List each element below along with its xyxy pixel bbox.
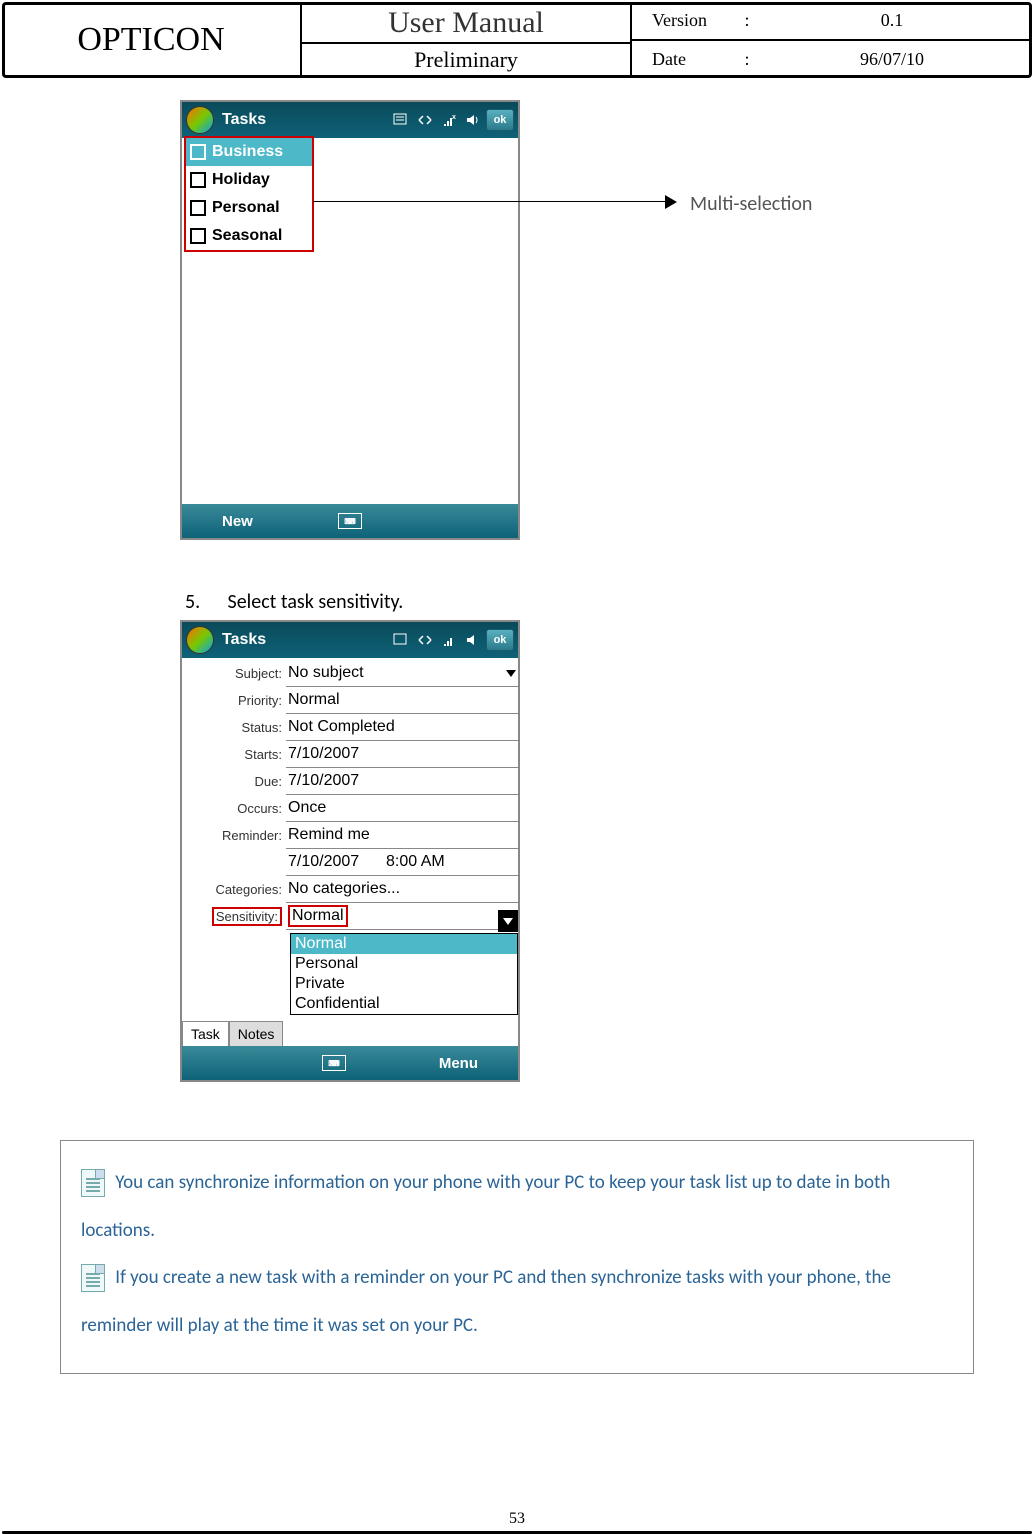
priority-field[interactable]: Normal xyxy=(286,687,518,714)
checkbox-icon[interactable] xyxy=(190,144,206,160)
sensitivity-option-confidential[interactable]: Confidential xyxy=(291,994,517,1014)
screenshot-task-form: Tasks ok Subject: No subject Priority: N… xyxy=(180,620,520,1082)
sensitivity-option-normal[interactable]: Normal xyxy=(291,934,517,954)
connectivity-icon[interactable] xyxy=(414,109,436,131)
checkbox-icon[interactable] xyxy=(190,228,206,244)
due-label: Due: xyxy=(182,774,286,789)
doc-title: User Manual xyxy=(302,2,630,44)
occurs-label: Occurs: xyxy=(182,801,286,816)
input-icon[interactable] xyxy=(390,109,412,131)
tab-task[interactable]: Task xyxy=(182,1021,229,1046)
starts-label: Starts: xyxy=(182,747,286,762)
titlebar: Tasks x ok xyxy=(182,102,518,138)
tab-notes[interactable]: Notes xyxy=(229,1021,284,1046)
volume-icon[interactable] xyxy=(462,109,484,131)
softkey-new[interactable]: New xyxy=(222,513,253,530)
doc-header: OPTICON User Manual Preliminary Version … xyxy=(2,2,1032,78)
callout-arrow xyxy=(313,201,671,202)
checkbox-icon[interactable] xyxy=(190,200,206,216)
category-item-personal[interactable]: Personal xyxy=(186,194,312,222)
subject-field[interactable]: No subject xyxy=(286,660,518,687)
status-label: Status: xyxy=(182,720,286,735)
arrow-head-icon xyxy=(665,195,677,209)
titlebar: Tasks ok xyxy=(182,622,518,658)
window-title: Tasks xyxy=(214,631,390,649)
brand: OPTICON xyxy=(2,2,302,78)
chevron-down-icon[interactable] xyxy=(498,910,518,932)
start-icon[interactable] xyxy=(186,626,214,654)
priority-label: Priority: xyxy=(182,693,286,708)
notes-box: You can synchronize information on your … xyxy=(60,1140,974,1374)
checkbox-icon[interactable] xyxy=(190,172,206,188)
page-number: 53 xyxy=(0,1510,1034,1528)
categories-label: Categories: xyxy=(182,882,286,897)
note-1: You can synchronize information on your … xyxy=(81,1159,953,1254)
ok-button[interactable]: ok xyxy=(486,109,514,131)
input-icon[interactable] xyxy=(390,629,412,651)
categories-field[interactable]: No categories... xyxy=(286,876,518,903)
sensitivity-label: Sensitivity: xyxy=(182,909,286,924)
window-title: Tasks xyxy=(214,111,390,129)
category-list: Business Holiday Personal Seasonal xyxy=(184,136,314,252)
bottombar: New ⌨ xyxy=(182,504,518,538)
category-item-holiday[interactable]: Holiday xyxy=(186,166,312,194)
keyboard-icon[interactable]: ⌨ xyxy=(338,513,362,529)
note-icon xyxy=(81,1264,105,1292)
callout-label: Multi-selection xyxy=(690,192,812,216)
tabs: Task Notes xyxy=(182,1021,283,1046)
bottombar: ⌨ Menu xyxy=(182,1046,518,1080)
note-icon xyxy=(81,1169,105,1197)
sensitivity-dropdown: Normal Personal Private Confidential xyxy=(290,933,518,1015)
category-item-business[interactable]: Business xyxy=(186,138,312,166)
category-item-seasonal[interactable]: Seasonal xyxy=(186,222,312,250)
date-label: Date xyxy=(642,49,732,70)
reminder-label: Reminder: xyxy=(182,828,286,843)
note-2: If you create a new task with a reminder… xyxy=(81,1254,953,1349)
sensitivity-option-personal[interactable]: Personal xyxy=(291,954,517,974)
version-value: 0.1 xyxy=(762,10,1022,31)
chevron-down-icon xyxy=(506,670,516,677)
step-instruction: 5. Select task sensitivity. xyxy=(185,590,403,614)
sensitivity-field[interactable]: Normal xyxy=(286,903,518,930)
softkey-menu[interactable]: Menu xyxy=(439,1055,478,1072)
subject-label: Subject: xyxy=(182,666,286,681)
signal-icon[interactable]: x xyxy=(438,109,460,131)
screenshot-categories: Tasks x ok Business Holiday Personal xyxy=(180,100,520,540)
sensitivity-option-private[interactable]: Private xyxy=(291,974,517,994)
occurs-field[interactable]: Once xyxy=(286,795,518,822)
due-field[interactable]: 7/10/2007 xyxy=(286,768,518,795)
signal-icon[interactable] xyxy=(438,629,460,651)
status-field[interactable]: Not Completed xyxy=(286,714,518,741)
doc-subtitle: Preliminary xyxy=(302,44,630,78)
reminder-field[interactable]: Remind me xyxy=(286,822,518,849)
date-value: 96/07/10 xyxy=(762,49,1022,70)
ok-button[interactable]: ok xyxy=(486,629,514,651)
connectivity-icon[interactable] xyxy=(414,629,436,651)
starts-field[interactable]: 7/10/2007 xyxy=(286,741,518,768)
keyboard-icon[interactable]: ⌨ xyxy=(322,1055,346,1071)
volume-icon[interactable] xyxy=(462,629,484,651)
reminder-datetime[interactable]: 7/10/2007 8:00 AM xyxy=(286,849,518,876)
version-label: Version xyxy=(642,10,732,31)
start-icon[interactable] xyxy=(186,106,214,134)
svg-text:x: x xyxy=(452,114,456,121)
